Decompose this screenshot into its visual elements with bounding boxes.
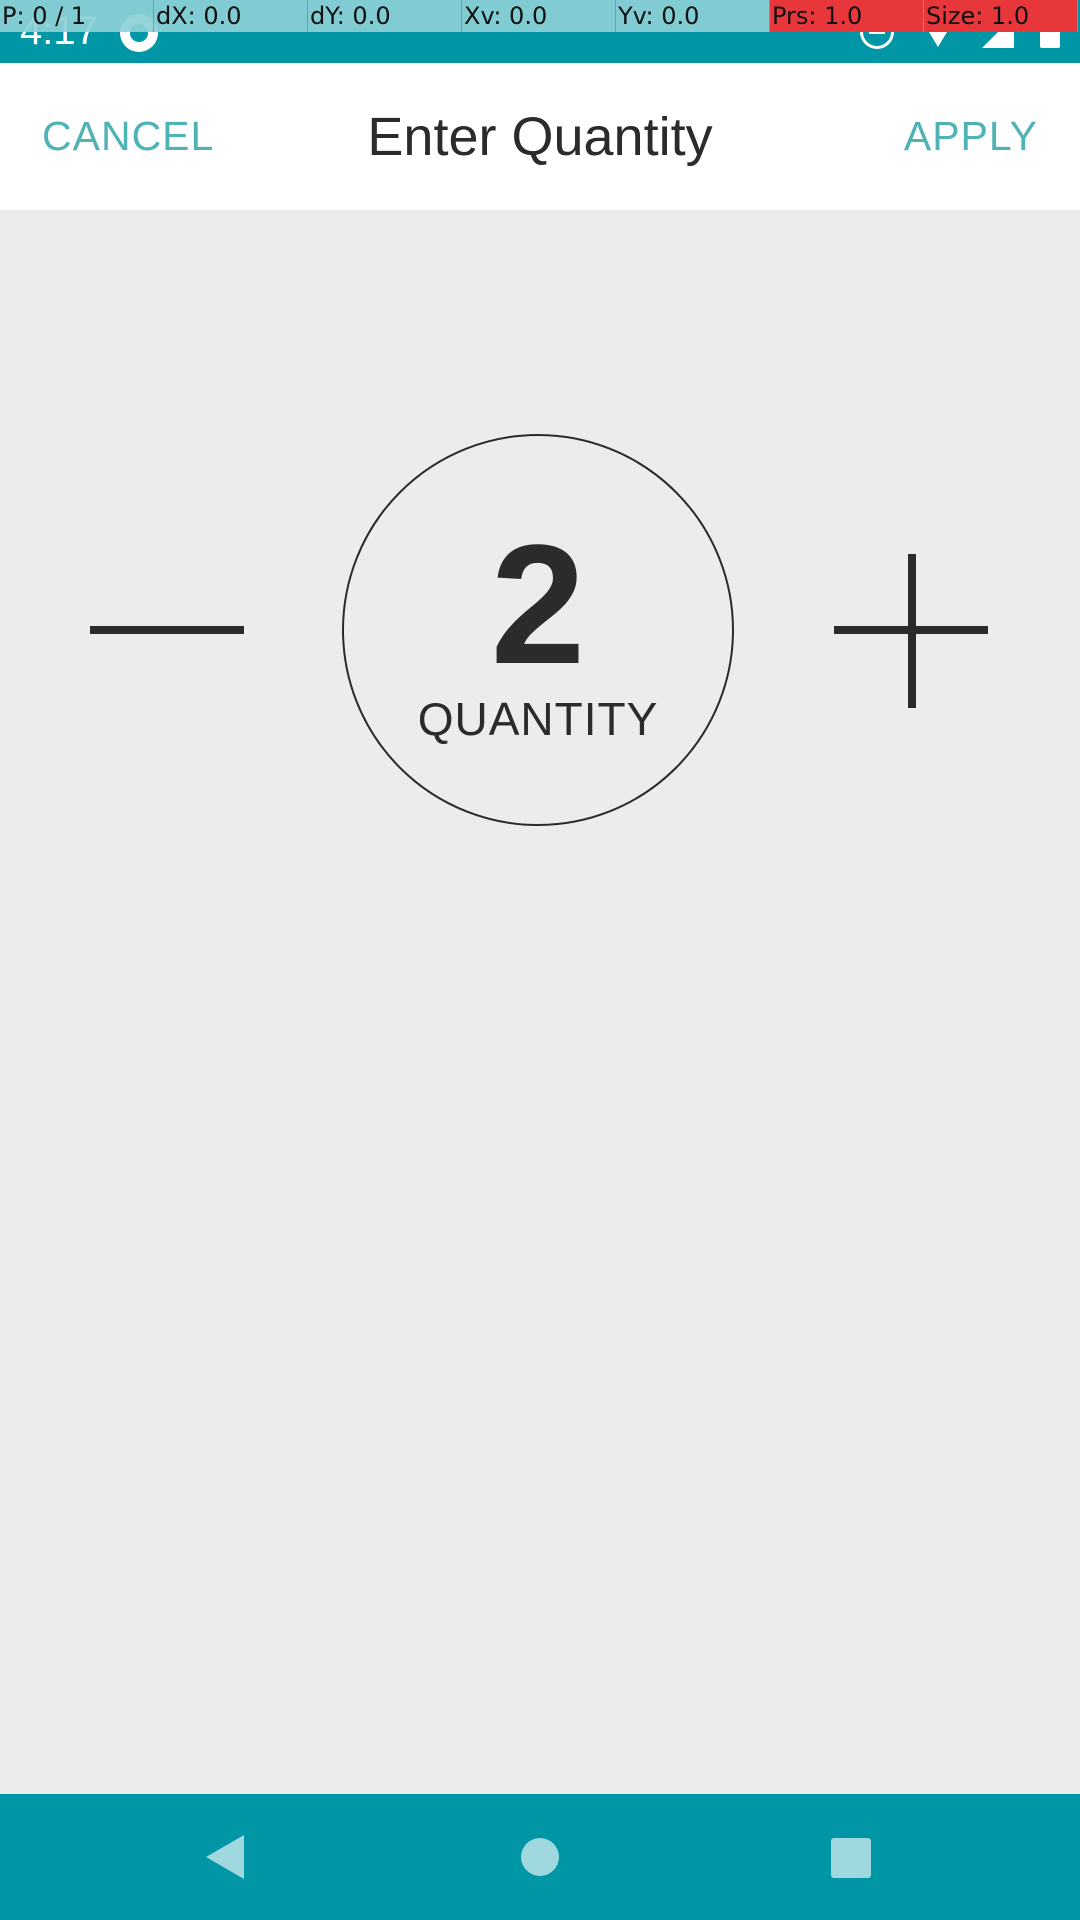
increment-button[interactable] — [812, 530, 1012, 730]
navigation-bar — [0, 1794, 1080, 1920]
debug-xv: Xv: 0.0 — [462, 0, 616, 32]
debug-dy: dY: 0.0 — [308, 0, 462, 32]
decrement-button[interactable] — [68, 530, 268, 730]
debug-yv: Yv: 0.0 — [616, 0, 770, 32]
quantity-label: QUANTITY — [417, 693, 659, 745]
debug-size: Size: 1.0 — [924, 0, 1078, 32]
quantity-display: 2 QUANTITY — [342, 434, 734, 826]
debug-dx: dX: 0.0 — [154, 0, 308, 32]
pointer-debug-overlay: P: 0 / 1 dX: 0.0 dY: 0.0 Xv: 0.0 Yv: 0.0… — [0, 0, 1080, 32]
apply-button[interactable]: APPLY — [904, 63, 1038, 210]
screen: 4:17 P: 0 / 1 dX: 0.0 dY: 0.0 Xv: 0.0 Yv… — [0, 0, 1080, 1920]
dialog-toolbar: Enter Quantity CANCEL APPLY — [0, 63, 1080, 210]
debug-pointer: P: 0 / 1 — [0, 0, 154, 32]
home-icon — [521, 1838, 559, 1876]
quantity-value: 2 — [490, 510, 586, 700]
home-button[interactable] — [500, 1817, 580, 1897]
cancel-button[interactable]: CANCEL — [42, 63, 214, 210]
debug-pressure: Prs: 1.0 — [770, 0, 924, 32]
back-button[interactable] — [186, 1817, 266, 1897]
minus-icon — [90, 626, 244, 634]
recents-icon — [831, 1838, 871, 1878]
recents-button[interactable] — [810, 1817, 890, 1897]
back-icon — [206, 1835, 244, 1879]
